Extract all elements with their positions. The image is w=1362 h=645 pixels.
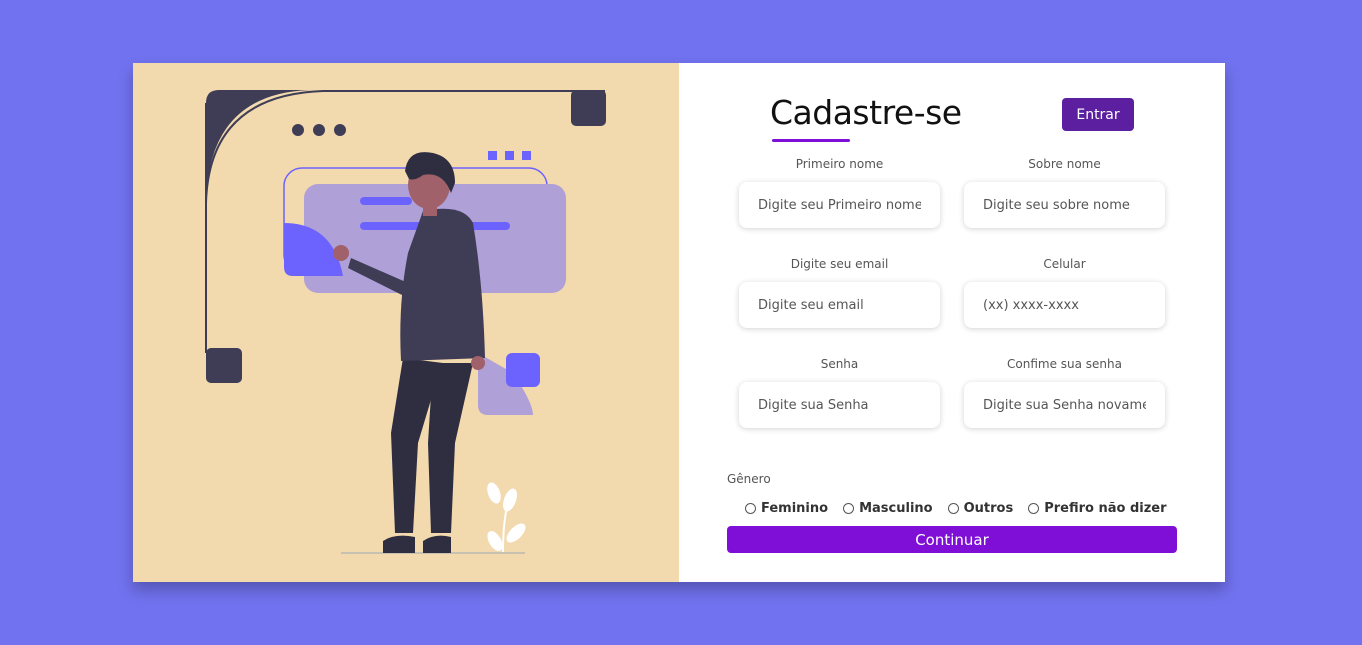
square-marker [522, 151, 531, 160]
gender-option-prefiro-nao-dizer[interactable]: Prefiro não dizer [1028, 501, 1167, 516]
page-title: Cadastre-se [770, 93, 962, 132]
password-input[interactable] [739, 382, 940, 428]
corner-square-top-right [571, 90, 606, 126]
title-underline [772, 139, 850, 142]
phone-label: Celular [1043, 257, 1086, 271]
confirm-password-label: Confime sua senha [1007, 357, 1122, 371]
gender-option-outros[interactable]: Outros [947, 501, 1014, 516]
signup-form-panel: Cadastre-se Entrar Primeiro nome Sobre n… [679, 63, 1225, 582]
confirm-password-field-group: Confime sua senha [964, 355, 1165, 428]
first-name-field-group: Primeiro nome [739, 155, 940, 228]
radio-button[interactable] [1028, 503, 1040, 514]
dot [334, 124, 346, 136]
phone-field-group: Celular [964, 255, 1165, 328]
last-name-field-group: Sobre nome [964, 155, 1165, 228]
last-name-input[interactable] [964, 182, 1165, 228]
first-name-label: Primeiro nome [795, 157, 884, 171]
email-label: Digite seu email [790, 257, 889, 271]
person-at-screen-illustration [205, 90, 606, 554]
text-line [360, 197, 412, 205]
purple-square [506, 353, 540, 387]
gender-option-label: Outros [963, 501, 1014, 516]
gender-option-label: Prefiro não dizer [1044, 501, 1167, 516]
signup-card: Cadastre-se Entrar Primeiro nome Sobre n… [133, 63, 1225, 582]
confirm-password-input[interactable] [964, 382, 1165, 428]
radio-button[interactable] [947, 503, 959, 514]
gender-options: Feminino Masculino Outros Prefiro não di… [745, 501, 1167, 516]
password-label: Senha [820, 357, 859, 371]
gender-option-label: Feminino [761, 501, 829, 516]
gender-option-masculino[interactable]: Masculino [843, 501, 933, 516]
gender-option-label: Masculino [859, 501, 933, 516]
phone-input[interactable] [964, 282, 1165, 328]
password-field-group: Senha [739, 355, 940, 428]
dot [313, 124, 325, 136]
frame-shape [206, 90, 311, 203]
dot [292, 124, 304, 136]
login-button[interactable]: Entrar [1062, 98, 1134, 131]
radio-button[interactable] [745, 503, 756, 514]
last-name-label: Sobre nome [1028, 157, 1101, 171]
square-marker [488, 151, 497, 160]
radio-button[interactable] [843, 503, 855, 514]
gender-option-feminino[interactable]: Feminino [745, 501, 828, 516]
first-name-input[interactable] [739, 182, 940, 228]
illustration-panel [133, 63, 679, 582]
corner-square-bottom-left [206, 348, 242, 383]
email-field-group: Digite seu email [739, 255, 940, 328]
continue-button[interactable]: Continuar [727, 526, 1177, 553]
square-marker [505, 151, 514, 160]
gender-label: Gênero [727, 472, 771, 486]
email-input[interactable] [739, 282, 940, 328]
